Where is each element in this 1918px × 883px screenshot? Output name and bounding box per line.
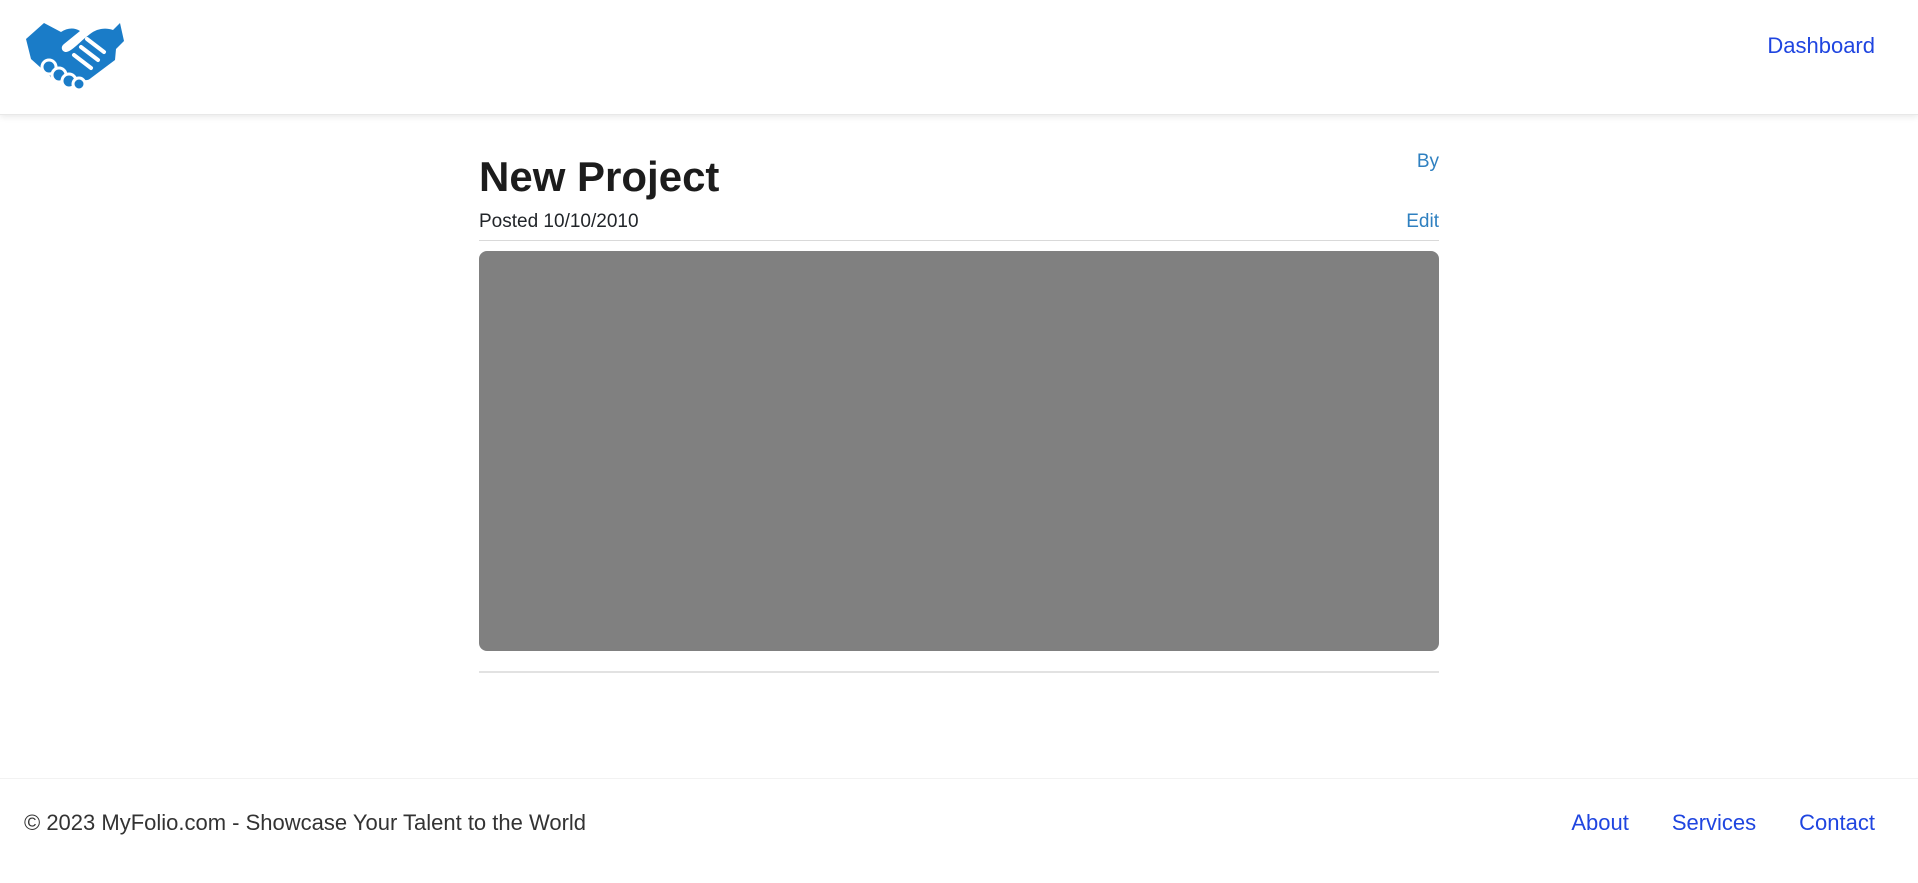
- header-divider: [479, 240, 1439, 241]
- footer-link-services[interactable]: Services: [1672, 808, 1756, 838]
- dashboard-link[interactable]: Dashboard: [1767, 30, 1875, 62]
- footer-copyright: © 2023 MyFolio.com - Showcase Your Talen…: [24, 810, 587, 835]
- footer-links: About Services Contact: [1571, 808, 1875, 838]
- footer: © 2023 MyFolio.com - Showcase Your Talen…: [0, 778, 1918, 883]
- posted-date: Posted 10/10/2010: [479, 211, 639, 232]
- project-media-placeholder: [479, 251, 1439, 651]
- handshake-icon[interactable]: [24, 20, 124, 90]
- content-divider: [479, 671, 1439, 673]
- page: Dashboard New Project By Posted 10/10/20…: [0, 0, 1918, 883]
- navbar: Dashboard: [0, 0, 1918, 115]
- footer-link-about[interactable]: About: [1571, 808, 1629, 838]
- author-link[interactable]: By: [1417, 150, 1439, 174]
- edit-link[interactable]: Edit: [1406, 210, 1439, 234]
- project-title: New Project: [479, 153, 720, 200]
- footer-link-contact[interactable]: Contact: [1799, 808, 1875, 838]
